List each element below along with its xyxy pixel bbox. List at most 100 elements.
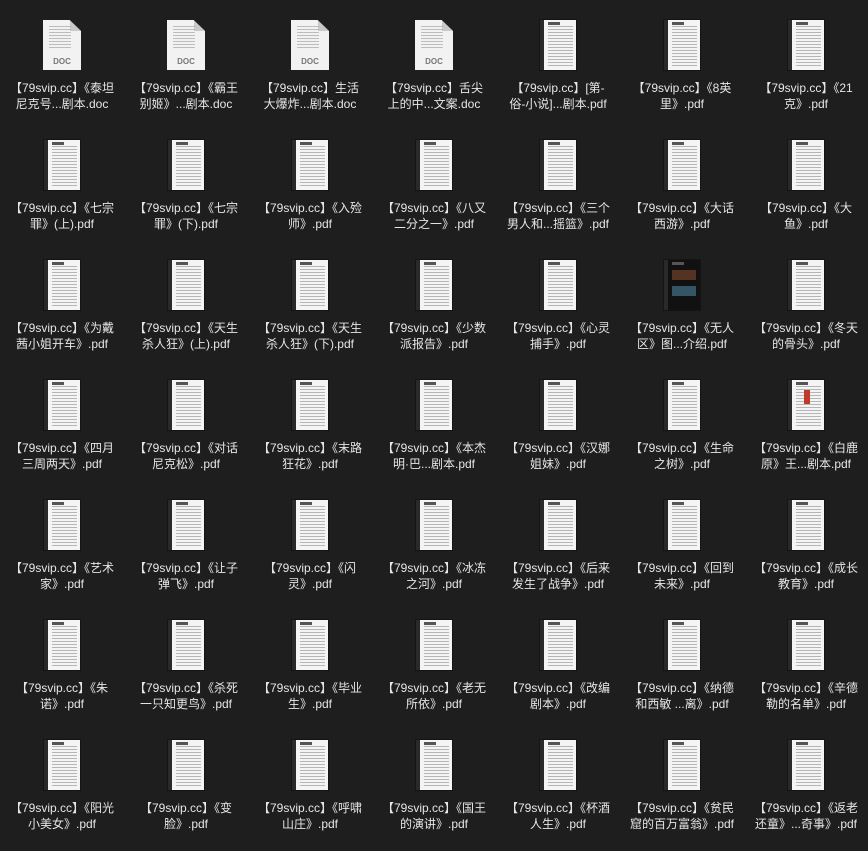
pdf-file-icon[interactable] [788, 380, 824, 430]
file-name[interactable]: 【79svip.cc】《呼啸 山庄》.pdf [248, 800, 372, 832]
file-item[interactable]: 【79svip.cc】《呼啸 山庄》.pdf [248, 720, 372, 831]
file-item[interactable]: 【79svip.cc】《国王 的演讲》.pdf [372, 720, 496, 831]
file-name[interactable]: 【79svip.cc】《辛德 勒的名单》.pdf [744, 680, 868, 712]
file-name[interactable]: 【79svip.cc】《对话 尼克松》.pdf [124, 440, 248, 472]
pdf-file-icon[interactable] [292, 740, 328, 790]
file-name[interactable]: 【79svip.cc】[第- 俗-小说]...剧本.pdf [496, 80, 620, 112]
pdf-file-icon[interactable] [416, 740, 452, 790]
file-name[interactable]: 【79svip.cc】《末路 狂花》.pdf [248, 440, 372, 472]
pdf-file-icon[interactable] [664, 380, 700, 430]
pdf-file-icon[interactable] [292, 620, 328, 670]
file-name[interactable]: 【79svip.cc】《大话 西游》.pdf [620, 200, 744, 232]
pdf-file-icon[interactable] [540, 260, 576, 310]
pdf-file-icon[interactable] [664, 20, 700, 70]
pdf-file-icon[interactable] [788, 20, 824, 70]
file-item[interactable]: DOC 【79svip.cc】《泰坦 尼克号...剧本.doc [0, 0, 124, 111]
pdf-file-icon[interactable] [664, 740, 700, 790]
file-name[interactable]: 【79svip.cc】《8英 里》.pdf [620, 80, 744, 112]
pdf-file-icon[interactable] [540, 740, 576, 790]
file-item[interactable]: 【79svip.cc】《本杰 明·巴...剧本.pdf [372, 360, 496, 471]
file-item[interactable]: 【79svip.cc】《贫民 窟的百万富翁》.pdf [620, 720, 744, 831]
file-item[interactable]: DOC 【79svip.cc】生活 大爆炸...剧本.doc [248, 0, 372, 111]
pdf-file-icon[interactable] [44, 740, 80, 790]
file-name[interactable]: 【79svip.cc】《无人 区》图...介绍.pdf [620, 320, 744, 352]
pdf-file-icon[interactable] [168, 140, 204, 190]
file-item[interactable]: 【79svip.cc】《毕业 生》.pdf [248, 600, 372, 711]
pdf-file-icon[interactable] [540, 620, 576, 670]
file-item[interactable]: 【79svip.cc】《变 脸》.pdf [124, 720, 248, 831]
file-item[interactable]: 【79svip.cc】《朱 诺》.pdf [0, 600, 124, 711]
pdf-file-icon[interactable] [168, 380, 204, 430]
pdf-file-icon[interactable] [540, 140, 576, 190]
file-item[interactable]: 【79svip.cc】《艺术 家》.pdf [0, 480, 124, 591]
file-item[interactable]: 【79svip.cc】《返老 还童》...奇事》.pdf [744, 720, 868, 831]
pdf-file-icon[interactable] [788, 140, 824, 190]
file-name[interactable]: 【79svip.cc】《大 鱼》.pdf [744, 200, 868, 232]
file-item[interactable]: 【79svip.cc】《大话 西游》.pdf [620, 120, 744, 231]
file-name[interactable]: 【79svip.cc】《三个 男人和...摇篮》.pdf [496, 200, 620, 232]
file-name[interactable]: 【79svip.cc】《杯酒 人生》.pdf [496, 800, 620, 832]
pdf-file-icon[interactable] [416, 620, 452, 670]
file-item[interactable]: 【79svip.cc】《对话 尼克松》.pdf [124, 360, 248, 471]
pdf-file-icon[interactable] [168, 740, 204, 790]
file-name[interactable]: 【79svip.cc】《变 脸》.pdf [124, 800, 248, 832]
file-item[interactable]: 【79svip.cc】《杀死 一只知更鸟》.pdf [124, 600, 248, 711]
file-item[interactable]: 【79svip.cc】《闪 灵》.pdf [248, 480, 372, 591]
file-name[interactable]: 【79svip.cc】《毕业 生》.pdf [248, 680, 372, 712]
file-item[interactable]: 【79svip.cc】《七宗 罪》(上).pdf [0, 120, 124, 231]
file-item[interactable]: 【79svip.cc】《生命 之树》.pdf [620, 360, 744, 471]
file-name[interactable]: 【79svip.cc】《国王 的演讲》.pdf [372, 800, 496, 832]
file-item[interactable]: 【79svip.cc】《大 鱼》.pdf [744, 120, 868, 231]
pdf-file-icon[interactable] [540, 20, 576, 70]
file-item[interactable]: 【79svip.cc】《四月 三周两天》.pdf [0, 360, 124, 471]
file-item[interactable]: 【79svip.cc】《心灵 捕手》.pdf [496, 240, 620, 351]
pdf-file-icon[interactable] [292, 500, 328, 550]
pdf-file-icon[interactable] [44, 260, 80, 310]
file-name[interactable]: 【79svip.cc】《成长 教育》.pdf [744, 560, 868, 592]
file-item[interactable]: 【79svip.cc】《七宗 罪》(下).pdf [124, 120, 248, 231]
file-item[interactable]: 【79svip.cc】《杯酒 人生》.pdf [496, 720, 620, 831]
file-name[interactable]: 【79svip.cc】《返老 还童》...奇事》.pdf [744, 800, 868, 832]
pdf-file-icon[interactable] [416, 260, 452, 310]
file-name[interactable]: 【79svip.cc】《七宗 罪》(下).pdf [124, 200, 248, 232]
file-item[interactable]: 【79svip.cc】《三个 男人和...摇篮》.pdf [496, 120, 620, 231]
file-name[interactable]: 【79svip.cc】《入殓 师》.pdf [248, 200, 372, 232]
file-name[interactable]: 【79svip.cc】《八又 二分之一》.pdf [372, 200, 496, 232]
file-name[interactable]: 【79svip.cc】《霸王 别姬》...剧本.doc [124, 80, 248, 112]
pdf-file-icon[interactable] [540, 380, 576, 430]
file-name[interactable]: 【79svip.cc】《少数 派报告》.pdf [372, 320, 496, 352]
pdf-file-icon[interactable] [788, 740, 824, 790]
file-item[interactable]: 【79svip.cc】《冬天 的骨头》.pdf [744, 240, 868, 351]
file-name[interactable]: 【79svip.cc】《四月 三周两天》.pdf [0, 440, 124, 472]
pdf-file-icon[interactable] [664, 500, 700, 550]
pdf-file-icon[interactable] [44, 140, 80, 190]
pdf-file-icon[interactable] [664, 140, 700, 190]
file-item[interactable]: 【79svip.cc】《八又 二分之一》.pdf [372, 120, 496, 231]
file-item[interactable]: 【79svip.cc】《无人 区》图...介绍.pdf [620, 240, 744, 351]
file-item[interactable]: 【79svip.cc】《辛德 勒的名单》.pdf [744, 600, 868, 711]
file-item[interactable]: 【79svip.cc】《纳德 和西敏 ...离》.pdf [620, 600, 744, 711]
file-name[interactable]: 【79svip.cc】《老无 所依》.pdf [372, 680, 496, 712]
pdf-file-icon[interactable] [788, 260, 824, 310]
pdf-file-icon[interactable] [788, 500, 824, 550]
file-name[interactable]: 【79svip.cc】《天生 杀人狂》(上).pdf [124, 320, 248, 352]
file-item[interactable]: 【79svip.cc】《为戴 茜小姐开车》.pdf [0, 240, 124, 351]
doc-file-icon[interactable]: DOC [415, 20, 453, 70]
pdf-file-icon[interactable] [416, 500, 452, 550]
pdf-file-icon[interactable] [168, 620, 204, 670]
file-item[interactable]: 【79svip.cc】《老无 所依》.pdf [372, 600, 496, 711]
file-name[interactable]: 【79svip.cc】《阳光 小美女》.pdf [0, 800, 124, 832]
file-name[interactable]: 【79svip.cc】《泰坦 尼克号...剧本.doc [0, 80, 124, 112]
file-name[interactable]: 【79svip.cc】《杀死 一只知更鸟》.pdf [124, 680, 248, 712]
file-item[interactable]: 【79svip.cc】《白鹿 原》王...剧本.pdf [744, 360, 868, 471]
pdf-file-icon[interactable] [168, 260, 204, 310]
file-item[interactable]: DOC 【79svip.cc】《霸王 别姬》...剧本.doc [124, 0, 248, 111]
file-item[interactable]: 【79svip.cc】《让子 弹飞》.pdf [124, 480, 248, 591]
pdf-file-icon[interactable] [44, 500, 80, 550]
file-name[interactable]: 【79svip.cc】《艺术 家》.pdf [0, 560, 124, 592]
pdf-file-icon[interactable] [292, 380, 328, 430]
file-name[interactable]: 【79svip.cc】舌尖 上的中...文案.doc [372, 80, 496, 112]
file-name[interactable]: 【79svip.cc】《让子 弹飞》.pdf [124, 560, 248, 592]
file-item[interactable]: 【79svip.cc】《天生 杀人狂》(上).pdf [124, 240, 248, 351]
pdf-file-icon[interactable] [664, 620, 700, 670]
